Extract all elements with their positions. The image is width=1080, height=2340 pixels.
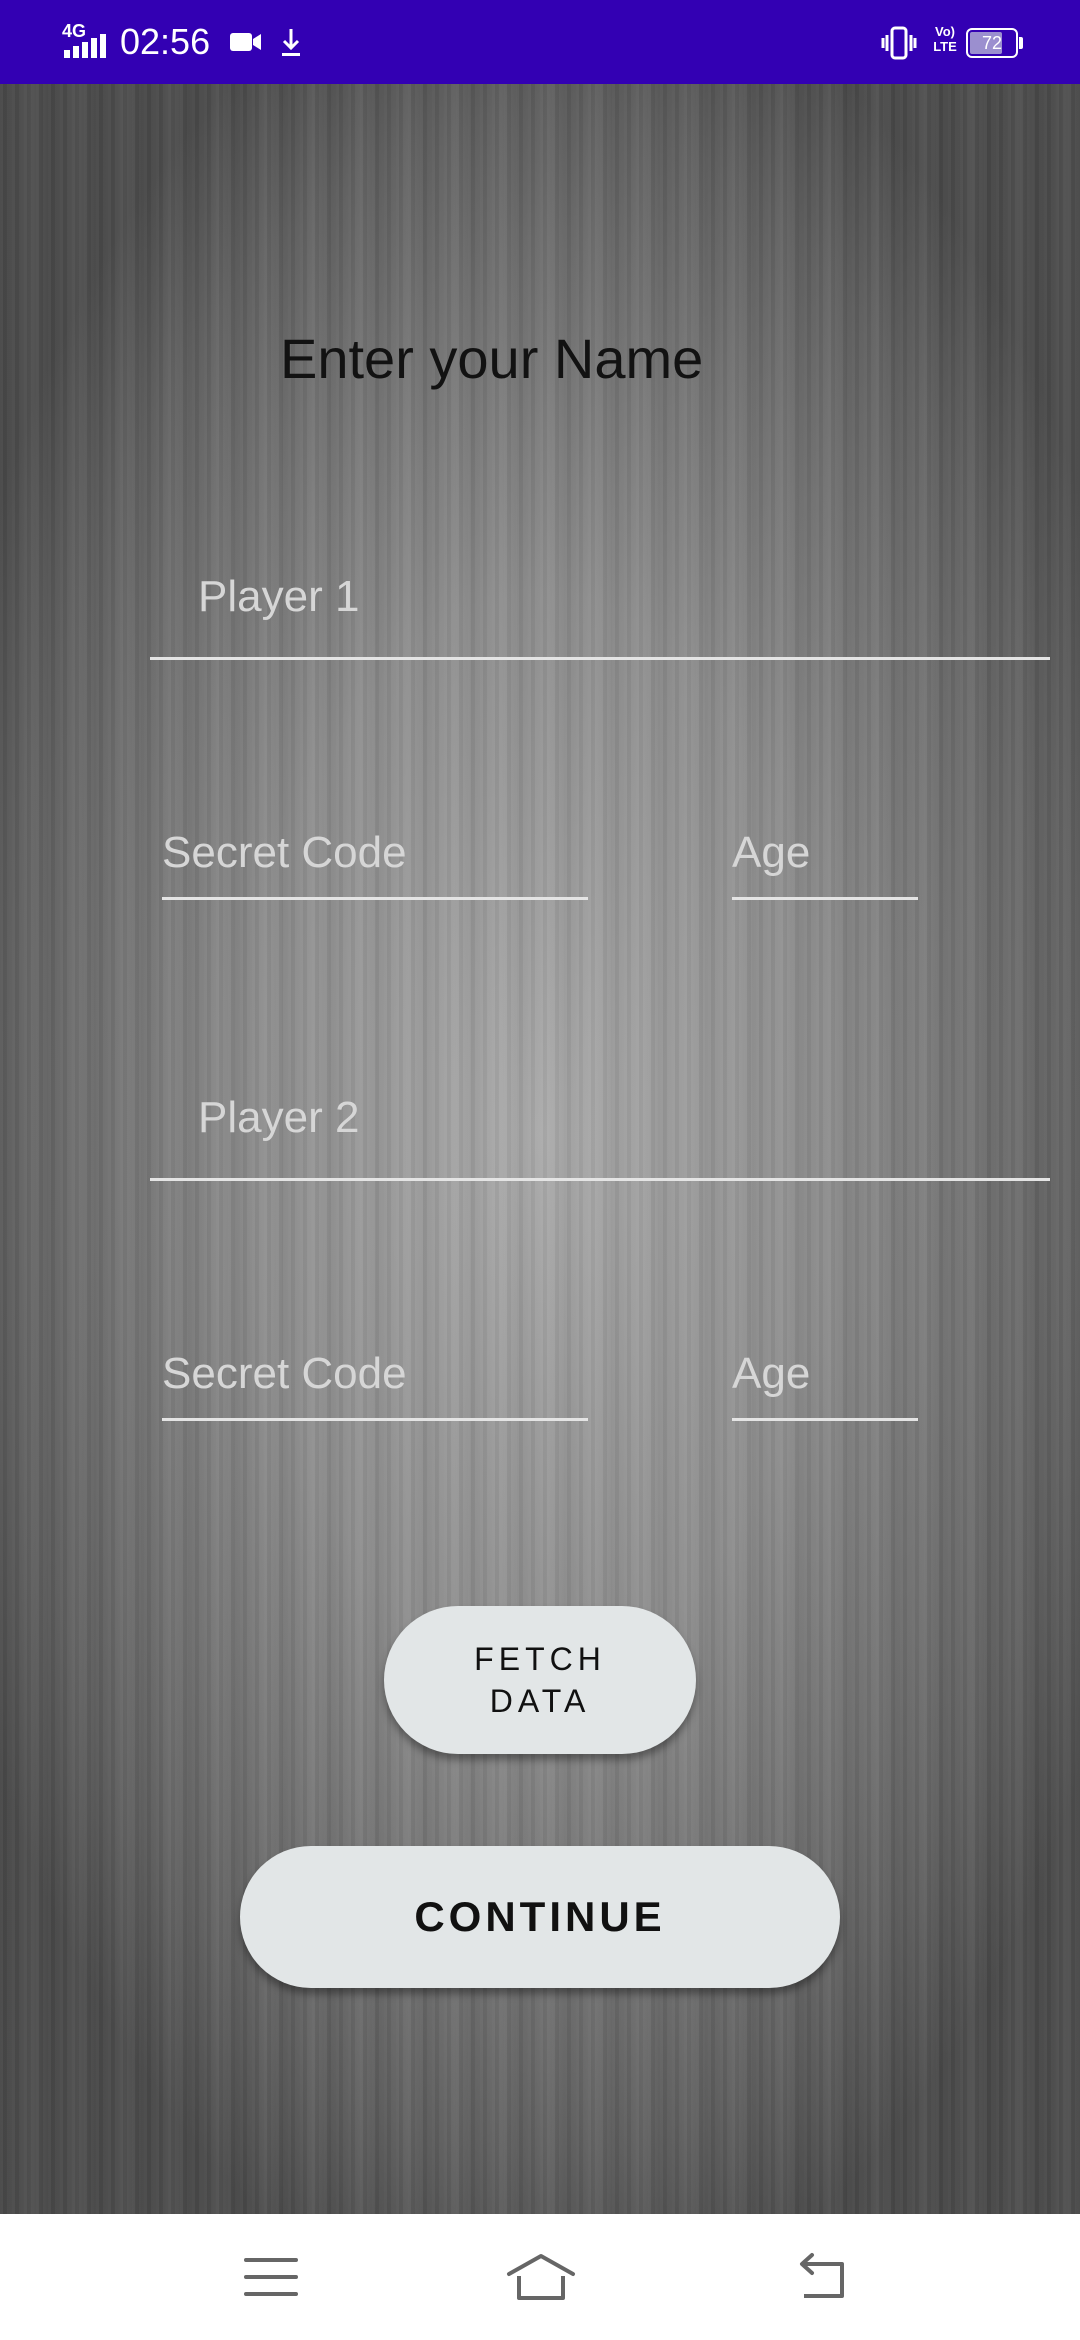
signal-icon: 4G <box>60 22 118 62</box>
continue-button[interactable]: CONTINUE <box>240 1846 840 1988</box>
status-time: 02:56 <box>120 21 211 62</box>
player2-name-input[interactable] <box>150 1057 1050 1181</box>
fetch-data-button[interactable]: FETCH DATA <box>384 1606 696 1754</box>
form-screen: Enter your Name FETCH DATA CONTINUE <box>0 84 1080 2214</box>
player1-secret-code-input[interactable] <box>162 808 588 900</box>
volte-icon: Vo) LTE <box>933 24 957 54</box>
video-camera-icon <box>228 28 264 56</box>
player2-age-input[interactable] <box>732 1329 918 1421</box>
download-icon <box>278 26 304 60</box>
menu-icon[interactable] <box>238 2244 304 2310</box>
battery-level: 72 <box>981 33 1003 53</box>
navigation-bar <box>0 2214 1080 2340</box>
page-title: Enter your Name <box>280 327 704 390</box>
status-bar: 4G 02:56 Vo) LTE 72 <box>0 0 1080 84</box>
network-type: 4G <box>62 21 87 41</box>
vibrate-icon <box>880 24 918 62</box>
player1-name-input[interactable] <box>150 536 1050 660</box>
home-icon[interactable] <box>505 2244 575 2310</box>
battery-icon: 72 <box>966 28 1024 58</box>
player1-age-input[interactable] <box>732 808 918 900</box>
back-icon[interactable] <box>790 2244 856 2310</box>
player2-secret-code-input[interactable] <box>162 1329 588 1421</box>
